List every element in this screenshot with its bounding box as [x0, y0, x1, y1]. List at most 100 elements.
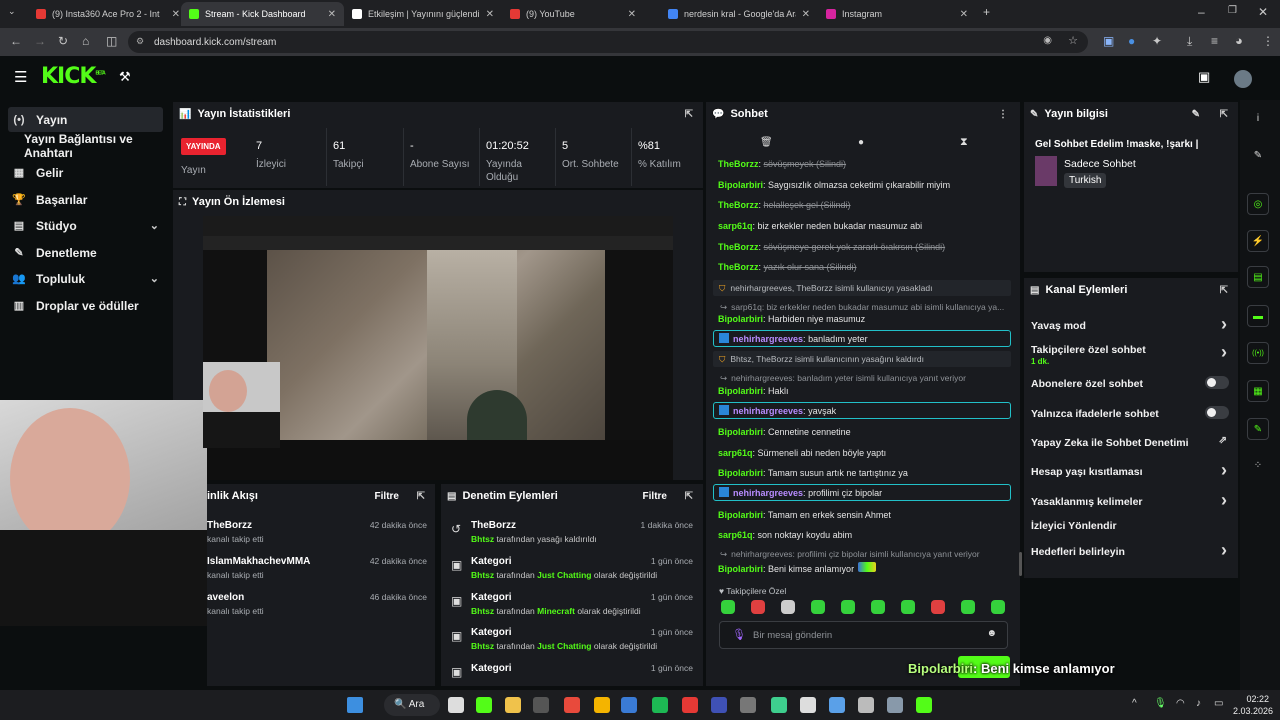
- forward-icon[interactable]: →: [34, 34, 46, 48]
- bolt-icon[interactable]: ⚡: [1247, 230, 1269, 252]
- edit-icon[interactable]: ✎: [1192, 109, 1200, 120]
- spotify-icon[interactable]: [652, 697, 668, 713]
- toggle-switch[interactable]: [1205, 406, 1229, 419]
- external-link-icon[interactable]: ⇗: [1219, 435, 1227, 446]
- layout-icon[interactable]: ▦: [1247, 380, 1269, 402]
- stream-category[interactable]: Sadece Sohbet: [1064, 158, 1136, 170]
- sidebar-item[interactable]: ▥ Droplar ve ödüller: [8, 293, 163, 318]
- chat-username[interactable]: nehirhargreeves: [733, 406, 803, 416]
- sidebar-item[interactable]: ▦ Gelir: [8, 160, 163, 185]
- emote-button[interactable]: [991, 600, 1005, 614]
- mod-filter-button[interactable]: Filtre: [643, 491, 667, 502]
- toggle-switch[interactable]: [1205, 376, 1229, 389]
- channel-action-item[interactable]: İzleyici Yönlendir: [1031, 520, 1229, 532]
- emote-button[interactable]: [721, 600, 735, 614]
- reload-icon[interactable]: ↻: [58, 34, 68, 48]
- kick-logo[interactable]: KICKBETA: [41, 64, 106, 89]
- hamburger-menu-icon[interactable]: ☰: [14, 68, 27, 86]
- emote-button[interactable]: [811, 600, 825, 614]
- chat-username[interactable]: TheBorzz: [718, 200, 759, 210]
- translate-icon[interactable]: ▣: [1103, 34, 1114, 48]
- remote-icon[interactable]: [829, 697, 845, 713]
- chat-username[interactable]: Bipolarbiri: [718, 510, 763, 520]
- tab-close-icon[interactable]: ✕: [960, 9, 968, 20]
- chat-bubble-icon[interactable]: ●: [858, 137, 864, 148]
- emote-button[interactable]: [751, 600, 765, 614]
- channel-action-item[interactable]: Abonelere özel sohbet: [1031, 376, 1229, 390]
- chat-input[interactable]: 🎙 Bir mesaj gönderin ☻: [719, 621, 1008, 649]
- emote-button[interactable]: [931, 600, 945, 614]
- activity-filter-button[interactable]: Filtre: [375, 491, 399, 502]
- minimize-icon[interactable]: –: [1198, 5, 1205, 19]
- chat-username[interactable]: nehirhargreeves: [733, 334, 803, 344]
- tab-close-icon[interactable]: ✕: [486, 9, 494, 20]
- browser-menu-icon[interactable]: ⋮: [1262, 34, 1274, 48]
- wifi-icon[interactable]: ◠: [1176, 698, 1185, 709]
- reading-list-icon[interactable]: ≡: [1211, 34, 1218, 48]
- clock[interactable]: 02:22 2.03.2026: [1233, 693, 1273, 717]
- popout-icon[interactable]: ⇱: [417, 491, 425, 502]
- emoji-icon[interactable]: ☻: [986, 628, 997, 639]
- app-icon[interactable]: [476, 697, 492, 713]
- kick-taskbar-icon[interactable]: [916, 697, 932, 713]
- chat-username[interactable]: Bipolarbiri: [718, 180, 763, 190]
- sidebar-item[interactable]: 👥 Topluluk ⌄: [8, 266, 163, 291]
- sidebar-item[interactable]: Yayın Bağlantısı ve Anahtarı: [8, 132, 170, 160]
- hourglass-icon[interactable]: ⧗: [960, 136, 968, 149]
- microphone-icon[interactable]: 🎙: [732, 628, 746, 641]
- tab-close-icon[interactable]: ✕: [328, 9, 336, 20]
- extension-icon[interactable]: ●: [1128, 34, 1135, 48]
- chevron-right-icon[interactable]: ›: [1221, 540, 1227, 561]
- channel-action-item[interactable]: Yavaş mod ›: [1031, 314, 1229, 334]
- split-view-icon[interactable]: ◫: [106, 34, 117, 48]
- scan-icon[interactable]: ◎: [1247, 193, 1269, 215]
- tab-close-icon[interactable]: ✕: [802, 9, 810, 20]
- calendar-icon[interactable]: [621, 697, 637, 713]
- avatar[interactable]: [1234, 70, 1252, 88]
- battery-icon[interactable]: ▭: [1214, 698, 1223, 709]
- browser-tab[interactable]: Etkileşim | Yayınını güçlendirme ✕: [344, 2, 502, 26]
- chevron-right-icon[interactable]: ›: [1221, 460, 1227, 481]
- store-icon[interactable]: [505, 697, 521, 713]
- file-explorer-icon[interactable]: [448, 697, 464, 713]
- bookmark-star-icon[interactable]: ☆: [1068, 34, 1078, 47]
- close-window-icon[interactable]: ✕: [1258, 5, 1268, 19]
- mic-tray-icon[interactable]: 🎙: [1154, 698, 1167, 709]
- app2-icon[interactable]: [771, 697, 787, 713]
- trash-icon[interactable]: 🗑: [760, 137, 773, 148]
- chevron-down-icon[interactable]: ⌄: [150, 272, 159, 285]
- sidebar-item[interactable]: ✎ Denetleme: [8, 240, 163, 265]
- tab-close-icon[interactable]: ✕: [172, 9, 180, 20]
- tray-chevron-icon[interactable]: ^: [1132, 698, 1137, 709]
- settings-icon[interactable]: [887, 697, 903, 713]
- chevron-right-icon[interactable]: ›: [1221, 314, 1227, 335]
- browser-tab[interactable]: Instagram ✕: [818, 2, 976, 26]
- popout-icon[interactable]: ⇱: [1220, 285, 1228, 296]
- info-icon[interactable]: i: [1247, 107, 1269, 129]
- pencil-icon[interactable]: ✎: [1247, 144, 1269, 166]
- tiktok-icon[interactable]: [682, 697, 698, 713]
- channel-action-item[interactable]: Yapay Zeka ile Sohbet Denetimi ⇗: [1031, 435, 1229, 449]
- chat-username[interactable]: nehirhargreeves: [733, 488, 803, 498]
- chat-username[interactable]: Bipolarbiri: [718, 314, 763, 324]
- eye-off-icon[interactable]: ◉: [1043, 35, 1052, 46]
- chat-username[interactable]: sarp61q: [718, 530, 753, 540]
- obs-icon[interactable]: [800, 697, 816, 713]
- chevron-right-icon[interactable]: ›: [1221, 342, 1227, 363]
- dots-icon[interactable]: ⁘: [1247, 454, 1269, 476]
- chat-username[interactable]: Bipolarbiri: [718, 427, 763, 437]
- volume-icon[interactable]: ♪: [1196, 698, 1201, 709]
- tab-close-icon[interactable]: ✕: [628, 9, 636, 20]
- extensions-puzzle-icon[interactable]: ✦: [1152, 34, 1162, 48]
- chat-scrollbar[interactable]: [1019, 552, 1022, 576]
- site-info-icon[interactable]: ⚙: [136, 36, 144, 47]
- restore-icon[interactable]: ❐: [1228, 5, 1237, 16]
- chrome-icon[interactable]: [564, 697, 580, 713]
- chevron-down-icon[interactable]: ⌄: [150, 219, 159, 232]
- chevron-right-icon[interactable]: ›: [1221, 490, 1227, 511]
- home-icon[interactable]: ⌂: [82, 34, 89, 48]
- chat-username[interactable]: Bipolarbiri: [718, 386, 763, 396]
- chat-username[interactable]: Bipolarbiri: [718, 564, 763, 574]
- terminal-icon[interactable]: [533, 697, 549, 713]
- db-icon[interactable]: [711, 697, 727, 713]
